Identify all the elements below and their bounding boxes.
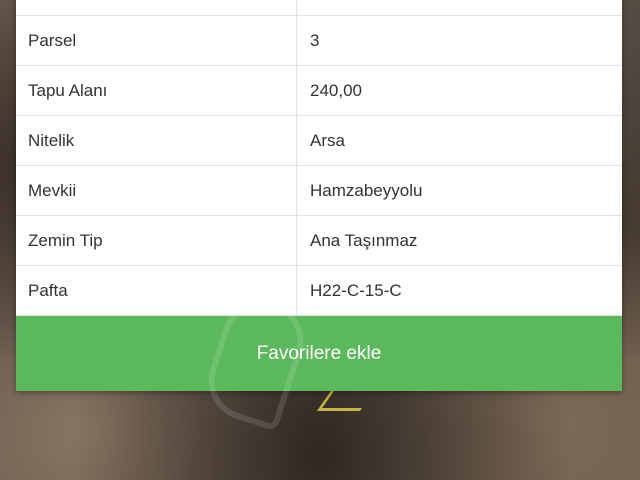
table-label: Pafta (16, 266, 297, 315)
table-value: H22-C-15-C (310, 280, 402, 300)
table-value: Arsa (310, 130, 345, 150)
table-row-tapu-alani: Tapu Alanı 240,00 (16, 66, 622, 116)
table-label: Mevkii (16, 166, 297, 215)
table-label: Tapu Alanı (16, 66, 297, 115)
table-value: Ana Taşınmaz (310, 230, 418, 250)
table-value: Hamzabeyyolu (310, 180, 423, 200)
table-label: Nitelik (16, 116, 297, 165)
table-value-cell (297, 0, 622, 15)
table-row-partial (16, 0, 622, 16)
table-row-pafta: Pafta H22-C-15-C (16, 266, 622, 316)
add-to-favorites-button[interactable]: Favorilere ekle (16, 316, 622, 391)
table-label: Zemin Tip (16, 216, 297, 265)
table-value: 3 (310, 30, 320, 50)
table-label-cell (16, 0, 297, 15)
parcel-info-panel: Parsel 3 Tapu Alanı 240,00 Nitelik Arsa … (16, 0, 622, 391)
table-row-parsel: Parsel 3 (16, 16, 622, 66)
table-row-zemin-tip: Zemin Tip Ana Taşınmaz (16, 216, 622, 266)
table-label: Parsel (16, 16, 297, 65)
table-row-mevkii: Mevkii Hamzabeyyolu (16, 166, 622, 216)
table-row-nitelik: Nitelik Arsa (16, 116, 622, 166)
table-value: 240,00 (310, 80, 362, 100)
